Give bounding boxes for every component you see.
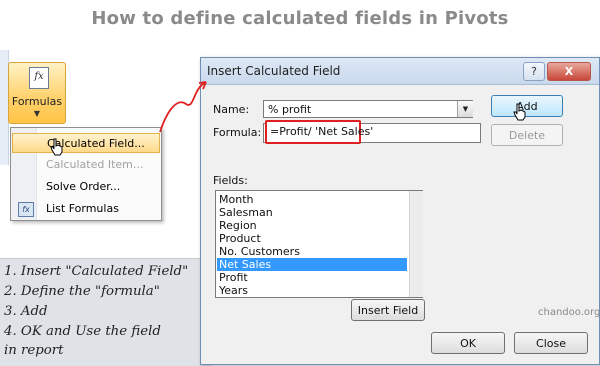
window-close-button[interactable]: X: [547, 62, 591, 81]
formulas-ribbon-button[interactable]: fx Formulas ▼: [8, 62, 66, 124]
formula-fx-icon: fx: [29, 67, 49, 89]
menu-item-solve-order[interactable]: Solve Order...: [12, 177, 160, 197]
formula-highlight: =Profit/ 'Net Sales': [265, 120, 373, 144]
name-value: % profit: [268, 103, 312, 116]
formulas-dropdown-menu: Calculated Field... Calculated Item... S…: [10, 127, 162, 221]
menu-item-label: List Formulas: [46, 202, 119, 215]
hand-cursor-icon: [50, 138, 63, 156]
insert-field-button[interactable]: Insert Field: [351, 299, 425, 321]
instruction-line: 2. Define the "formula": [4, 284, 160, 299]
hand-cursor-icon: [513, 103, 526, 121]
field-item[interactable]: Product: [217, 232, 407, 245]
formula-value: =Profit/ 'Net Sales': [270, 125, 374, 138]
name-combobox[interactable]: % profit ▼: [263, 100, 473, 118]
ok-button[interactable]: OK: [431, 332, 505, 354]
formula-label: Formula:: [213, 126, 262, 139]
close-button[interactable]: Close: [514, 332, 588, 354]
fields-label: Fields:: [213, 174, 248, 187]
formulas-button-label: Formulas: [11, 95, 63, 108]
instructions-panel: 1. Insert "Calculated Field" 2. Define t…: [0, 258, 212, 366]
field-item[interactable]: Years: [217, 284, 407, 297]
fields-listbox[interactable]: Month Salesman Region Product No. Custom…: [215, 190, 423, 298]
help-button[interactable]: ?: [523, 62, 545, 81]
watermark: chandoo.org: [538, 307, 600, 318]
menu-item-calculated-field[interactable]: Calculated Field...: [12, 133, 160, 153]
field-item[interactable]: Profit: [217, 271, 407, 284]
instruction-line: 1. Insert "Calculated Field": [4, 264, 189, 279]
delete-button[interactable]: Delete: [491, 124, 563, 146]
dialog-titlebar[interactable]: Insert Calculated Field ? X: [201, 58, 599, 85]
field-item[interactable]: Month: [217, 193, 407, 206]
instruction-line: in report: [4, 343, 64, 358]
menu-item-calculated-item[interactable]: Calculated Item...: [12, 155, 160, 175]
field-item[interactable]: Salesman: [217, 206, 407, 219]
field-item[interactable]: No. Customers: [217, 245, 407, 258]
field-item[interactable]: Region: [217, 219, 407, 232]
page-title: How to define calculated fields in Pivot…: [91, 8, 509, 29]
fields-scrollbar[interactable]: [409, 191, 423, 297]
instruction-line: 3. Add: [4, 304, 48, 319]
name-label: Name:: [213, 103, 250, 116]
menu-item-list-formulas[interactable]: fx List Formulas: [12, 199, 160, 219]
dialog-title: Insert Calculated Field: [207, 64, 341, 78]
field-item-selected[interactable]: Net Sales: [217, 258, 407, 271]
add-button[interactable]: Add: [491, 95, 563, 117]
chevron-down-icon: ▼: [33, 109, 41, 118]
insert-calculated-field-dialog: Insert Calculated Field ? X Name: % prof…: [200, 57, 600, 365]
menu-item-label: Calculated Item...: [46, 158, 144, 171]
dropdown-arrow-icon[interactable]: ▼: [457, 101, 473, 117]
list-formulas-icon: fx: [18, 202, 34, 217]
menu-item-label: Solve Order...: [46, 180, 121, 193]
instruction-line: 4. OK and Use the field: [4, 324, 161, 339]
